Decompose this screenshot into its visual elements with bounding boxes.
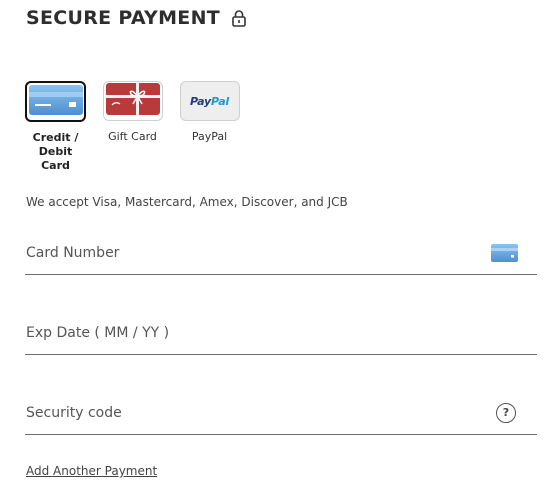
add-another-payment-link[interactable]: Add Another Payment: [26, 464, 157, 478]
payment-method-paypal[interactable]: PayPal PayPal: [178, 81, 241, 173]
payment-header: SECURE PAYMENT: [26, 6, 246, 30]
exp-date-field[interactable]: Exp Date ( MM / YY ): [25, 312, 537, 355]
gift-card-label: Gift Card: [108, 130, 157, 143]
payment-method-credit-card[interactable]: Credit / Debit Card: [24, 81, 87, 173]
paypal-logo-text: PayPal: [190, 94, 229, 108]
card-icon: [491, 244, 518, 262]
help-icon[interactable]: ?: [496, 403, 516, 423]
exp-date-placeholder[interactable]: Exp Date ( MM / YY ): [25, 325, 169, 341]
paypal-option-box[interactable]: PayPal: [179, 81, 240, 121]
gift-card-icon: [105, 83, 160, 119]
accepted-cards-text: We accept Visa, Mastercard, Amex, Discov…: [26, 195, 348, 209]
paypal-icon: PayPal: [190, 95, 229, 108]
payment-method-selector: Credit / Debit Card Gift Card PayPal Pay…: [24, 81, 241, 173]
card-number-placeholder[interactable]: Card Number: [25, 245, 119, 261]
credit-card-label: Credit / Debit Card: [32, 131, 79, 172]
lock-icon: [232, 9, 246, 27]
paypal-label: PayPal: [191, 130, 228, 143]
page-title: SECURE PAYMENT: [26, 7, 221, 29]
credit-card-option-box[interactable]: [25, 81, 86, 122]
security-code-field[interactable]: Security code ?: [25, 392, 537, 435]
card-number-field[interactable]: Card Number: [25, 232, 537, 275]
gift-card-option-box[interactable]: [102, 81, 163, 121]
credit-card-icon: [28, 84, 83, 119]
security-code-placeholder[interactable]: Security code: [25, 405, 122, 421]
payment-method-gift-card[interactable]: Gift Card: [101, 81, 164, 173]
